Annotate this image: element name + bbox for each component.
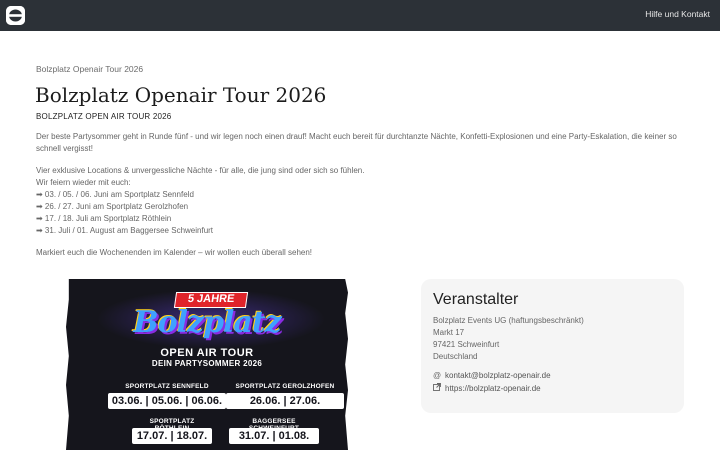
poster-venue-dates: 17.07. | 18.07.	[132, 428, 212, 444]
poster-venue-name: BAGGERSEE SCHWEINFURT	[249, 418, 299, 432]
organizer-heading: Veranstalter	[433, 291, 519, 308]
external-link-icon	[433, 383, 441, 393]
details-lead: Wir feiern wieder mit euch:	[36, 178, 131, 187]
organizer-street: Markt 17	[433, 328, 465, 337]
help-and-contact-link[interactable]: Hilfe und Kontakt	[645, 9, 710, 19]
poster-venue-gerolzhofen: SPORTPLATZ GEROLZHOFEN 26.06. | 27.06.	[226, 383, 344, 409]
organizer-email-link[interactable]: @ kontakt@bolzplatz-openair.de	[433, 371, 551, 380]
date-entry-gerolzhofen: ➡ 26. / 27. Juni am Sportplatz Gerolzhof…	[36, 202, 189, 211]
poster-venue-dates: 03.06. | 05.06. | 06.06.	[108, 393, 226, 409]
top-navigation-bar: Hilfe und Kontakt	[0, 0, 720, 31]
poster-brand-logo: Bolzplatz	[133, 305, 282, 340]
poster-venue-sennfeld: SPORTPLATZ SENNFELD 03.06. | 05.06. | 06…	[108, 383, 226, 409]
date-entry-schweinfurt: ➡ 31. Juli / 01. August am Baggersee Sch…	[36, 226, 214, 235]
poster-tour-title: OPEN AIR TOUR	[160, 347, 254, 359]
breadcrumb[interactable]: Bolzplatz Openair Tour 2026	[36, 64, 143, 74]
poster-venue-dates: 26.06. | 27.06.	[226, 393, 344, 409]
closing-text: Markiert euch die Wochenenden im Kalende…	[36, 248, 313, 257]
organizer-website: https://bolzplatz-openair.de	[445, 384, 541, 393]
poster-venue-name: SPORTPLATZ GEROLZHOFEN	[235, 383, 335, 390]
poster-venue-roethlein: SPORTPLATZ RÖTHLEIN 17.07. | 18.07.	[132, 418, 212, 444]
event-description: Der beste Partysommer geht in Runde fünf…	[36, 132, 677, 153]
organizer-city: 97421 Schweinfurt	[433, 340, 500, 349]
page-title: Bolzplatz Openair Tour 2026	[35, 83, 327, 107]
poster-venue-dates: 31.07. | 01.08.	[229, 428, 319, 444]
page-subtitle: BOLZPLATZ OPEN AIR TOUR 2026	[36, 112, 172, 121]
details-intro: Vier exklusive Locations & unvergesslich…	[36, 166, 365, 175]
event-poster-image: 5 JAHRE Bolzplatz OPEN AIR TOUR DEIN PAR…	[66, 279, 348, 450]
poster-venue-name: SPORTPLATZ SENNFELD	[125, 383, 209, 390]
organizer-website-link[interactable]: https://bolzplatz-openair.de	[433, 383, 541, 393]
organizer-company: Bolzplatz Events UG (haftungsbeschränkt)	[433, 316, 584, 325]
organizer-email: kontakt@bolzplatz-openair.de	[445, 371, 551, 380]
date-entry-roethlein: ➡ 17. / 18. Juli am Sportplatz Röthlein	[36, 214, 172, 223]
organizer-address: Bolzplatz Events UG (haftungsbeschränkt)…	[433, 315, 584, 363]
organizer-card: Veranstalter Bolzplatz Events UG (haftun…	[421, 279, 684, 413]
at-sign-icon: @	[433, 371, 442, 380]
date-entry-sennfeld: ➡ 03. / 05. / 06. Juni am Sportplatz Sen…	[36, 190, 194, 199]
poster-venue-schweinfurt: BAGGERSEE SCHWEINFURT 31.07. | 01.08.	[229, 418, 319, 444]
organizer-country: Deutschland	[433, 352, 478, 361]
app-logo-icon[interactable]	[6, 6, 25, 25]
poster-tagline: DEIN PARTYSOMMER 2026	[151, 359, 263, 368]
poster-venue-name: SPORTPLATZ RÖTHLEIN	[149, 418, 195, 432]
event-details: Vier exklusive Locations & unvergesslich…	[36, 165, 688, 237]
